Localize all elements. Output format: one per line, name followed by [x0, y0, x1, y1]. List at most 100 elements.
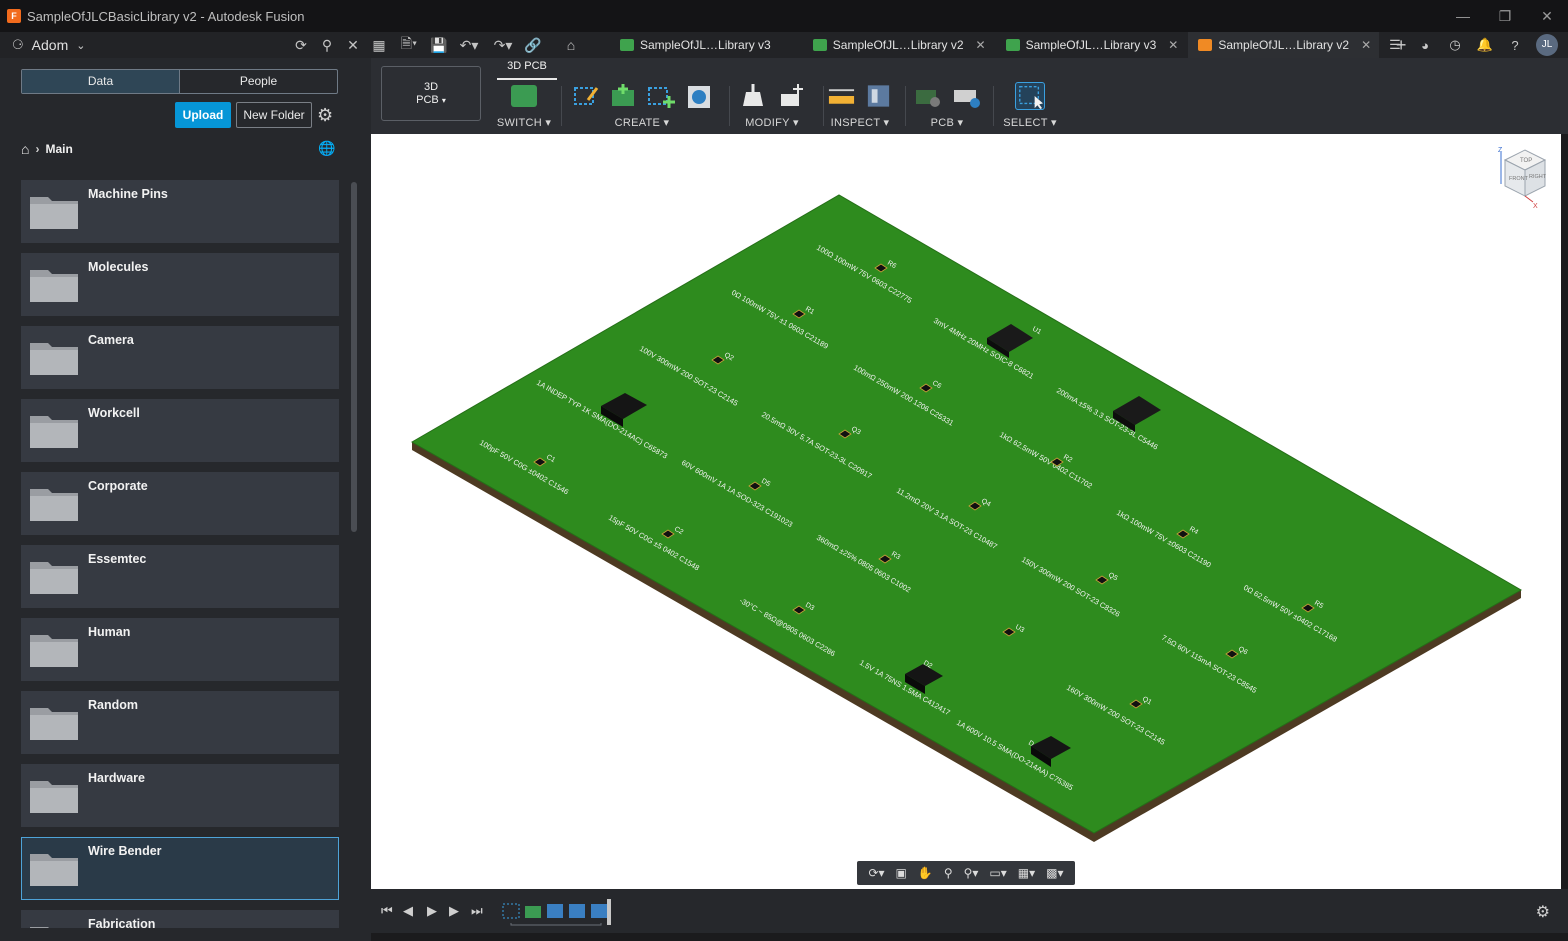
refresh-icon[interactable]: ⟳ [288, 37, 314, 54]
play-icon[interactable]: ▶ [427, 903, 437, 919]
close-tab-icon[interactable]: ✕ [1361, 38, 1371, 52]
folder-name: Wire Bender [88, 844, 162, 858]
upload-button[interactable]: Upload [175, 102, 231, 128]
add-outline-icon[interactable] [646, 82, 676, 110]
pan-hand-icon[interactable]: ✋ [918, 866, 933, 880]
apps-grid-icon[interactable]: ▦ [366, 37, 392, 54]
push-to-pcb-icon[interactable] [913, 82, 943, 110]
close-window-icon[interactable]: ✕ [1526, 0, 1568, 32]
workspace-switcher-button[interactable]: 3D PCB ▾ [381, 66, 481, 121]
close-tab-icon[interactable]: ✕ [1168, 38, 1178, 52]
timeline-settings-icon[interactable]: ⚙ [1536, 902, 1550, 922]
timeline-features[interactable] [501, 899, 621, 929]
orbit-icon[interactable]: ⟳▾ [868, 866, 884, 880]
breadcrumb: ⌂ › Main [21, 141, 73, 157]
board-create-icon[interactable] [608, 82, 638, 110]
modify-menu[interactable]: MODIFY ▾ [733, 116, 811, 129]
display-settings-icon[interactable]: ▭▾ [989, 866, 1006, 880]
folder-item[interactable]: Hardware [21, 764, 339, 827]
doc-tab-1[interactable]: SampleOfJL…Library v3 ✕ [610, 32, 801, 58]
select-menu[interactable]: SELECT ▾ [997, 116, 1063, 129]
doc-tab-2[interactable]: SampleOfJL…Library v2 ✕ [803, 32, 994, 58]
doc-tab-3[interactable]: SampleOfJL…Library v3 ✕ [996, 32, 1187, 58]
viewcube[interactable]: TOP FRONT RIGHT Z X [1495, 144, 1555, 214]
folder-icon [30, 270, 78, 302]
switch-board-icon[interactable] [511, 85, 537, 107]
close-tab-icon[interactable]: ✕ [976, 38, 986, 52]
file-menu-icon[interactable]: 🗎▾ [392, 33, 426, 57]
application-bar: ⚆ Adom ⌄ ⟳ ⚲ ✕ ▦ 🗎▾ 💾 ↶▾ ↷▾ 🔗 ⌂ SampleOf… [0, 32, 1568, 58]
zoom-window-icon[interactable]: ⚲▾ [964, 866, 979, 880]
folder-item[interactable]: Workcell [21, 399, 339, 462]
globe-icon[interactable]: 🌐 [318, 140, 335, 157]
axis-x-label: X [1533, 203, 1538, 210]
gear-icon[interactable]: ⚙ [317, 105, 333, 126]
grid-icon[interactable]: ▦▾ [1018, 866, 1035, 880]
home-icon[interactable]: ⌂ [21, 141, 29, 157]
link-icon[interactable]: 🔗 [520, 37, 546, 54]
pcb-settings-icon[interactable] [951, 82, 981, 110]
section-analysis-icon[interactable] [864, 82, 893, 110]
breadcrumb-current[interactable]: Main [45, 142, 72, 156]
close-panel-icon[interactable]: ✕ [340, 37, 366, 54]
pcb-board[interactable] [410, 194, 1523, 834]
clock-icon[interactable]: ◷ [1440, 37, 1470, 53]
new-folder-button[interactable]: New Folder [236, 102, 312, 128]
inspect-menu[interactable]: INSPECT ▾ [827, 116, 893, 129]
restore-icon[interactable]: ❐ [1484, 0, 1526, 32]
viewports-icon[interactable]: ▩▾ [1046, 866, 1063, 880]
redo-icon[interactable]: ↷▾ [486, 37, 520, 54]
doc-tab-4-active[interactable]: SampleOfJL…Library v2 ✕ [1188, 32, 1380, 58]
pcb-menu[interactable]: PCB ▾ [909, 116, 985, 129]
folder-item[interactable]: Molecules [21, 253, 339, 316]
folder-icon [30, 927, 49, 928]
go-to-end-icon[interactable]: ⏭ [471, 903, 483, 919]
sketch-outline-icon[interactable] [570, 82, 600, 110]
move-component-icon[interactable] [776, 82, 806, 110]
data-panel: Data People Upload New Folder ⚙ ⌂ › Main… [0, 58, 371, 941]
folder-item[interactable]: Machine Pins [21, 180, 339, 243]
undo-icon[interactable]: ↶▾ [452, 37, 486, 54]
switch-menu[interactable]: SWITCH ▾ [489, 116, 559, 129]
folder-item[interactable]: Fabrication [21, 910, 339, 928]
job-status-icon[interactable]: ◕ [1410, 38, 1440, 53]
zoom-icon[interactable]: ⚲ [944, 866, 953, 880]
look-at-icon[interactable]: ▣ [896, 866, 907, 880]
step-back-icon[interactable]: ◀ [403, 903, 413, 919]
feature-body-icon [547, 904, 563, 918]
measure-icon[interactable] [827, 82, 856, 110]
3d-body-icon[interactable] [684, 82, 714, 110]
help-icon[interactable]: ? [1500, 38, 1530, 53]
create-menu[interactable]: CREATE ▾ [567, 116, 717, 129]
step-forward-icon[interactable]: ▶ [449, 903, 459, 919]
folder-item[interactable]: Corporate [21, 472, 339, 535]
panel-tabs: Data People [21, 69, 338, 94]
3d-viewport[interactable]: 100Ω 100mW 75V 0603 C22775 R6 0Ω 100mW 75V… [371, 134, 1561, 889]
home-icon[interactable]: ⌂ [558, 37, 584, 53]
select-window-icon[interactable] [1015, 82, 1045, 110]
search-icon[interactable]: ⚲ [314, 37, 340, 54]
go-to-start-icon[interactable]: ⏮ [381, 903, 393, 919]
chevron-right-icon: › [35, 142, 40, 156]
scrollbar[interactable] [351, 182, 357, 532]
folder-item[interactable]: Random [21, 691, 339, 754]
folder-item[interactable]: Wire Bender [21, 837, 339, 900]
schematic-doc-icon [812, 39, 827, 51]
tab-people[interactable]: People [180, 70, 337, 93]
folder-item[interactable]: Camera [21, 326, 339, 389]
team-switcher[interactable]: ⚆ Adom ⌄ [12, 37, 282, 53]
tab-data[interactable]: Data [22, 70, 180, 93]
tab-3d-pcb[interactable]: 3D PCB [497, 58, 557, 80]
team-name: Adom [31, 37, 69, 53]
folder-item[interactable]: Essemtec [21, 545, 339, 608]
window-title: SampleOfJLCBasicLibrary v2 - Autodesk Fu… [27, 8, 305, 24]
save-icon[interactable]: 💾 [426, 37, 452, 54]
minimize-icon[interactable]: — [1442, 0, 1484, 32]
folder-icon [30, 562, 78, 594]
folder-item[interactable]: Human [21, 618, 339, 681]
press-pull-icon[interactable] [738, 82, 768, 110]
extensions-icon[interactable]: ☰ [1380, 37, 1410, 53]
notifications-icon[interactable]: 🔔 [1470, 37, 1500, 53]
avatar[interactable]: JL [1536, 34, 1558, 56]
pcb-3d-view[interactable]: 100Ω 100mW 75V 0603 C22775R60Ω 100mW 75V… [371, 134, 1561, 889]
